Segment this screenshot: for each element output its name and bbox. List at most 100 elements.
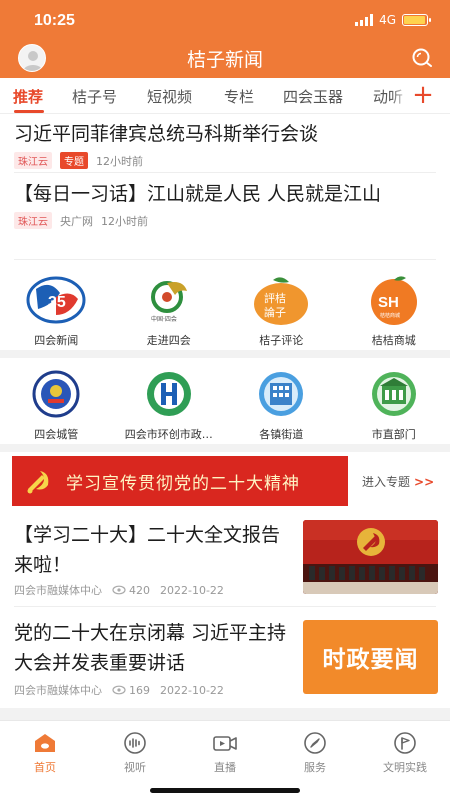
party-emblem-icon [27, 471, 49, 494]
news-item[interactable]: 【每日一习话】江山就是人民 人民就是江山 珠江云 央广网 12小时前 [14, 180, 434, 229]
news-meta: 珠江云 专题 12小时前 [14, 152, 434, 169]
shortcut-grid-row-1: 35 四会新闻 中国·四会 走进四会 評桔 論子 桔子评论 SH 桔桔商城 桔桔… [0, 272, 450, 348]
shortcut-orange-comment[interactable]: 評桔 論子 桔子评论 [225, 272, 338, 348]
article-date: 2022-10-22 [160, 583, 224, 597]
article-item[interactable]: 【学习二十大】二十大全文报告来啦！ [14, 520, 294, 580]
news-thumbnail[interactable]: 时政要闻 [303, 620, 438, 694]
home-indicator [150, 788, 300, 793]
shortcut-label: 四会新闻 [34, 334, 79, 347]
topic-tag: 专题 [60, 152, 88, 169]
sihui-news-logo-icon: 35 [26, 272, 86, 328]
section-separator [0, 444, 450, 452]
tab-short-video[interactable]: 短视频 [147, 86, 192, 107]
topic-banner[interactable]: 学习宣传贯彻党的二十大精神 [12, 456, 348, 506]
status-indicators: 4G [355, 13, 431, 27]
congress-photo-image[interactable] [303, 520, 438, 594]
article-item[interactable]: 党的二十大在京闭幕 习近平主持大会并发表重要讲话 [14, 618, 294, 678]
source-tag: 珠江云 [14, 212, 52, 229]
status-bar: 10:25 4G [0, 0, 450, 42]
flag-badge-icon [394, 732, 416, 754]
view-count: 169 [112, 684, 150, 697]
news-source: 央广网 [60, 214, 93, 228]
divider [14, 172, 436, 173]
news-meta: 珠江云 央广网 12小时前 [14, 212, 434, 229]
news-time: 12小时前 [96, 154, 143, 168]
svg-text:35: 35 [48, 294, 66, 311]
article-meta: 四会市融媒体中心 420 2022-10-22 [14, 582, 224, 598]
svg-text:SH: SH [378, 294, 399, 311]
shortcut-environment[interactable]: 四会市环创市政… [113, 366, 226, 442]
news-title: 习近平同菲律宾总统马科斯举行会谈 [14, 123, 319, 145]
shortcut-towns[interactable]: 各镇街道 [225, 366, 338, 442]
tab-active-indicator [14, 110, 44, 113]
add-channel-button[interactable]: + [408, 80, 438, 110]
department-building-icon [364, 366, 424, 422]
eye-icon [112, 585, 126, 595]
shortcut-label: 四会市环创市政… [124, 428, 213, 441]
shortcut-label: 走进四会 [146, 334, 191, 347]
shortcut-label: 桔桔商城 [371, 334, 416, 347]
news-time: 12小时前 [101, 214, 148, 228]
orange-comment-logo-icon: 評桔 論子 [251, 272, 311, 328]
environment-logo-icon [139, 366, 199, 422]
divider [14, 259, 436, 260]
shortcut-city-management[interactable]: 四会城管 [0, 366, 113, 442]
enter-topic-link[interactable]: 进入专题 >> [362, 473, 434, 490]
tab-orange-account[interactable]: 桔子号 [72, 86, 117, 107]
source-tag: 珠江云 [14, 152, 52, 169]
banner-text: 学习宣传贯彻党的二十大精神 [66, 473, 300, 494]
city-management-emblem-icon [26, 366, 86, 422]
view-count-value: 169 [129, 683, 150, 697]
article-meta: 四会市融媒体中心 169 2022-10-22 [14, 682, 224, 698]
shortcut-label: 各镇街道 [259, 428, 304, 441]
battery-level [404, 16, 425, 24]
compass-icon [304, 732, 326, 754]
svg-text:評桔: 評桔 [264, 291, 286, 305]
article-source: 四会市融媒体中心 [14, 684, 102, 697]
news-item[interactable]: 习近平同菲律宾总统马科斯举行会谈 珠江云 专题 12小时前 [14, 120, 434, 169]
app-header: 10:25 4G 桔子新闻 [0, 0, 450, 78]
battery-icon [402, 14, 431, 26]
shortcut-visit-sihui[interactable]: 中国·四会 走进四会 [113, 272, 226, 348]
svg-text:中国·四会: 中国·四会 [151, 315, 177, 323]
double-arrow-icon: >> [414, 475, 435, 489]
article-date: 2022-10-22 [160, 683, 224, 697]
news-title: 【每日一习话】江山就是人民 人民就是江山 [14, 183, 382, 205]
shortcut-orange-mall[interactable]: SH 桔桔商城 桔桔商城 [338, 272, 450, 348]
article-source: 四会市融媒体中心 [14, 584, 102, 597]
nav-civilization-practice[interactable]: 文明实践 [360, 721, 450, 800]
live-video-icon [213, 736, 237, 751]
thumbnail-caption: 时政要闻 [322, 647, 419, 673]
signal-icon [355, 14, 374, 26]
town-building-icon [251, 366, 311, 422]
visit-sihui-logo-icon: 中国·四会 [139, 272, 199, 328]
app-title: 桔子新闻 [186, 49, 263, 71]
nav-label: 服务 [304, 761, 326, 774]
shortcut-label: 桔子评论 [259, 334, 304, 347]
nav-home[interactable]: 首页 [0, 721, 90, 800]
nav-label: 视听 [124, 761, 146, 774]
article-title: 【学习二十大】二十大全文报告来啦！ [14, 524, 281, 576]
divider [14, 606, 436, 607]
tab-recommend[interactable]: 推荐 [13, 86, 43, 107]
shortcut-grid-row-2: 四会城管 四会市环创市政… 各镇街道 市直部门 [0, 366, 450, 442]
nav-label: 直播 [214, 761, 236, 774]
shortcut-label: 市直部门 [371, 428, 416, 441]
section-separator [0, 708, 450, 720]
search-icon[interactable] [410, 46, 434, 70]
shortcut-departments[interactable]: 市直部门 [338, 366, 450, 442]
svg-text:論子: 論子 [264, 305, 286, 319]
article-title: 党的二十大在京闭幕 习近平主持大会并发表重要讲话 [14, 622, 287, 674]
shortcut-sihui-news[interactable]: 35 四会新闻 [0, 272, 113, 348]
svg-text:桔桔商城: 桔桔商城 [380, 312, 400, 319]
network-type: 4G [379, 13, 396, 27]
enter-topic-label: 进入专题 [362, 475, 411, 489]
nav-label: 首页 [34, 761, 56, 774]
home-icon [35, 734, 55, 752]
tab-sihui-jade[interactable]: 四会玉器 [283, 86, 343, 107]
tab-column[interactable]: 专栏 [224, 86, 254, 107]
view-count-value: 420 [129, 583, 150, 597]
eye-icon [112, 685, 126, 695]
tab-fade [390, 78, 410, 113]
orange-mall-logo-icon: SH 桔桔商城 [364, 272, 424, 328]
